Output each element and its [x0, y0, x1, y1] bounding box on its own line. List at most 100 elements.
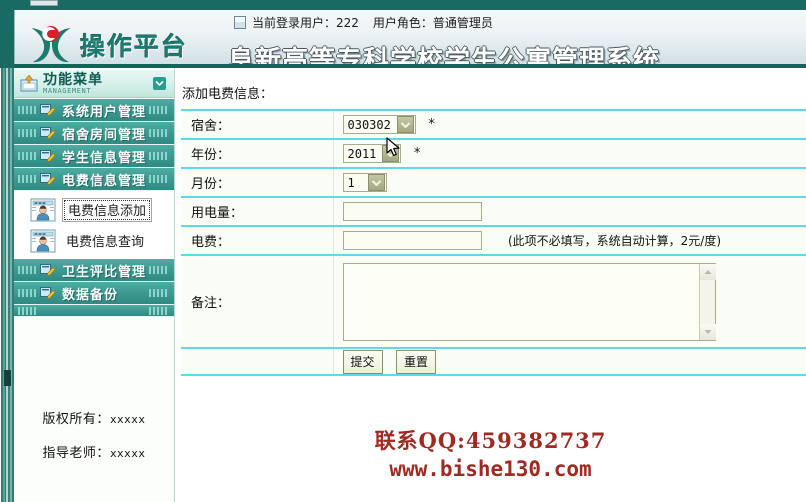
- month-select-value: 1: [347, 175, 355, 190]
- year-label: 年份：: [181, 138, 334, 169]
- fee-input[interactable]: [342, 231, 482, 250]
- chevron-down-icon[interactable]: [367, 174, 385, 191]
- edit-card-icon: [40, 149, 56, 163]
- table-row-year: 年份： 2011 *: [181, 138, 806, 169]
- table-row-fee: 电费： (此项不必填写，系统自动计算，2元/度): [181, 225, 806, 256]
- user-info-bar: 当前登录用户：222 用户角色：普通管理员: [234, 13, 493, 31]
- fee-label: 电费：: [181, 225, 334, 256]
- top-strip-tab: [30, 0, 58, 6]
- contact-website: www.bishe130.com: [389, 457, 592, 481]
- dots-decor-icon: [149, 306, 169, 315]
- advisor-line: 指导老师：xxxxx: [14, 442, 174, 461]
- dots-decor-icon: [18, 152, 38, 160]
- menu-subtitle: MANAGEMENT: [43, 86, 92, 95]
- sidebar-item-dorm-rooms[interactable]: 宿舍房间管理: [14, 122, 174, 145]
- add-fee-form: 宿舍： 030302 * 年份： 2011 * 月份： 1 用电量： 电费： (…: [181, 109, 806, 376]
- sidebar-item-label: 数据备份: [62, 287, 119, 303]
- dots-decor-icon: [149, 175, 169, 183]
- sidebar-item-label: 学生信息管理: [62, 150, 147, 166]
- user-card-icon: [30, 229, 56, 253]
- scroll-down-icon[interactable]: [699, 323, 716, 340]
- edit-card-icon: [40, 263, 56, 277]
- edit-card-icon: [40, 172, 56, 186]
- menu-title: 功能菜单: [43, 71, 103, 88]
- copyright-value: xxxxx: [109, 413, 146, 426]
- sidebar-item-student-info[interactable]: 学生信息管理: [14, 145, 174, 168]
- dots-decor-icon: [18, 106, 38, 114]
- remark-label: 备注：: [181, 254, 334, 349]
- year-required-mark: *: [413, 146, 421, 161]
- current-user-label: 当前登录用户：222: [252, 15, 359, 30]
- chevron-down-icon[interactable]: [382, 145, 400, 162]
- dots-decor-icon: [18, 306, 38, 315]
- user-role-label: 用户角色：普通管理员: [372, 15, 493, 30]
- month-field-cell: 1: [333, 167, 806, 198]
- sidebar-footer: 版权所有：xxxxx 指导老师：xxxxx: [14, 393, 174, 461]
- sidebar-menu-header: 功能菜单 MANAGEMENT: [14, 70, 174, 98]
- dots-decor-icon: [18, 175, 38, 183]
- document-icon: [234, 15, 246, 29]
- usage-input[interactable]: [342, 202, 482, 221]
- dots-decor-icon: [18, 266, 38, 274]
- dots-decor-icon: [18, 129, 38, 137]
- sidebar-item-hygiene-rating[interactable]: 卫生评比管理: [14, 259, 174, 282]
- sidebar-item-filler: [14, 305, 174, 317]
- table-row-month: 月份： 1: [181, 167, 806, 198]
- chevron-down-icon[interactable]: [153, 77, 166, 90]
- sidebar-item-electricity-fee[interactable]: 电费信息管理: [14, 168, 174, 191]
- buttons-empty-cell: [181, 347, 334, 376]
- sidebar-subitem-label: 电费信息查询: [66, 235, 145, 250]
- sidebar: 功能菜单 MANAGEMENT 系统用户管理 宿舍房间管理 学生信息管理 电费信…: [14, 68, 175, 502]
- table-row-usage: 用电量：: [181, 196, 806, 227]
- remark-textarea[interactable]: [342, 262, 716, 341]
- reset-button[interactable]: 重置: [395, 349, 436, 374]
- sidebar-subitem-query-fee[interactable]: 电费信息查询: [14, 225, 174, 256]
- menu-box-icon: [20, 74, 38, 93]
- left-decor-mark: [4, 370, 11, 386]
- copyright-line: 版权所有：xxxxx: [14, 408, 174, 427]
- fee-field-cell: (此项不必填写，系统自动计算，2元/度): [333, 225, 806, 256]
- sidebar-submenu: 电费信息添加 电费信息查询: [14, 191, 174, 259]
- edit-card-icon: [40, 126, 56, 140]
- dorm-select-value: 030302: [347, 117, 391, 132]
- month-select[interactable]: 1: [342, 173, 387, 192]
- sidebar-item-system-users[interactable]: 系统用户管理: [14, 99, 174, 122]
- sidebar-item-label: 电费信息管理: [62, 173, 147, 189]
- table-row-buttons: 提交 重置: [181, 347, 806, 376]
- chevron-down-icon[interactable]: [396, 116, 414, 133]
- scroll-up-icon[interactable]: [699, 263, 716, 280]
- contact-footer: 联系QQ:459382737 www.bishe130.com: [175, 425, 806, 481]
- sidebar-item-label: 宿舍房间管理: [62, 127, 147, 143]
- top-strip: [0, 0, 806, 9]
- company-logo-icon: [28, 24, 74, 66]
- logo: 操作平台: [28, 22, 228, 68]
- advisor-value: xxxxx: [109, 447, 146, 460]
- sidebar-item-data-backup[interactable]: 数据备份: [14, 282, 174, 305]
- sidebar-subitem-add-fee[interactable]: 电费信息添加: [14, 194, 174, 225]
- copyright-label: 版权所有：: [42, 412, 110, 427]
- year-select[interactable]: 2011: [342, 144, 402, 163]
- contact-qq: 联系QQ:459382737: [374, 428, 607, 453]
- year-select-value: 2011: [347, 146, 377, 161]
- sidebar-menu-list: 系统用户管理 宿舍房间管理 学生信息管理 电费信息管理 电费信息添加 电费信息查…: [14, 99, 174, 317]
- year-field-cell: 2011 *: [333, 138, 806, 169]
- menu-header-texts: 功能菜单 MANAGEMENT: [43, 73, 103, 95]
- submit-button[interactable]: 提交: [342, 349, 383, 374]
- dorm-field-cell: 030302 *: [333, 109, 806, 140]
- advisor-label: 指导老师：: [42, 446, 110, 461]
- month-label: 月份：: [181, 167, 334, 198]
- dots-decor-icon: [149, 152, 169, 160]
- remark-scrollbar[interactable]: [698, 263, 716, 340]
- usage-field-cell: [333, 196, 806, 227]
- logo-text: 操作平台: [80, 32, 189, 61]
- sidebar-item-label: 卫生评比管理: [62, 264, 147, 280]
- usage-label: 用电量：: [181, 196, 334, 227]
- table-row-remark: 备注：: [181, 254, 806, 349]
- dots-decor-icon: [149, 289, 169, 297]
- dorm-select[interactable]: 030302: [342, 115, 416, 134]
- dorm-required-mark: *: [428, 117, 435, 132]
- app-window: 操作平台 当前登录用户：222 用户角色：普通管理员 阜新高等专科学校学生公寓管…: [0, 0, 806, 502]
- sidebar-item-label: 系统用户管理: [62, 104, 147, 120]
- left-decor-stripes: [0, 68, 14, 502]
- buttons-cell: 提交 重置: [333, 347, 806, 376]
